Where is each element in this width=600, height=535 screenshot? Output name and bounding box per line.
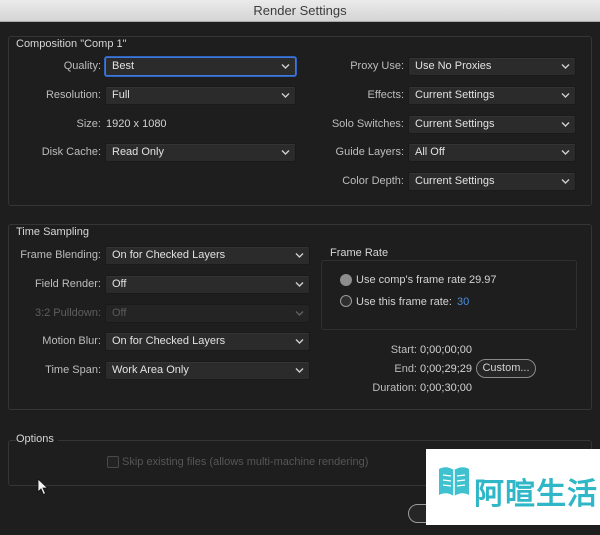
proxy-use-dropdown[interactable]: Use No Proxies [408, 57, 576, 76]
resolution-value: Full [112, 89, 130, 101]
use-comp-frame-rate-radio[interactable] [340, 274, 352, 286]
chevron-down-icon [561, 122, 570, 127]
use-this-frame-rate-radio[interactable] [340, 295, 352, 307]
effects-dropdown[interactable]: Current Settings [408, 86, 576, 105]
composition-legend: Composition "Comp 1" [16, 38, 127, 50]
color-depth-dropdown[interactable]: Current Settings [408, 172, 576, 191]
solo-switches-value: Current Settings [415, 118, 495, 130]
pulldown-value: Off [112, 307, 127, 319]
solo-switches-label: Solo Switches: [331, 118, 404, 130]
book-logo-icon [439, 467, 469, 496]
duration-label: Duration: [372, 382, 417, 394]
frame-rate-legend: Frame Rate [330, 247, 389, 259]
resolution-label: Resolution: [45, 89, 101, 101]
solo-switches-dropdown[interactable]: Current Settings [408, 115, 576, 134]
color-depth-value: Current Settings [415, 175, 495, 187]
resolution-dropdown[interactable]: Full [105, 86, 296, 105]
end-value: 0;00;29;29 [420, 363, 472, 375]
watermark: 阿暄生活 [426, 449, 600, 525]
start-value: 0;00;00;00 [420, 344, 472, 356]
color-depth-label: Color Depth: [342, 175, 404, 187]
quality-label: Quality: [63, 60, 101, 72]
chevron-down-icon [281, 150, 290, 155]
end-label: End: [394, 363, 417, 375]
guide-layers-dropdown[interactable]: All Off [408, 143, 576, 162]
chevron-down-icon [561, 93, 570, 98]
time-span-value: Work Area Only [112, 364, 189, 376]
chevron-down-icon [295, 311, 304, 316]
time-span-dropdown[interactable]: Work Area Only [105, 361, 310, 380]
chevron-down-icon [561, 179, 570, 184]
time-span-label: Time Span: [45, 364, 101, 376]
chevron-down-icon [281, 64, 290, 69]
proxy-use-value: Use No Proxies [415, 60, 492, 72]
field-render-label: Field Render: [34, 278, 101, 290]
duration-value: 0;00;30;00 [420, 382, 472, 394]
options-legend: Options [16, 433, 58, 445]
frame-blending-value: On for Checked Layers [112, 249, 226, 261]
chevron-down-icon [561, 150, 570, 155]
chevron-down-icon [295, 282, 304, 287]
size-label: Size: [76, 118, 101, 130]
frame-blending-label: Frame Blending: [20, 249, 101, 261]
frame-blending-dropdown[interactable]: On for Checked Layers [105, 246, 310, 265]
effects-label: Effects: [367, 89, 404, 101]
chevron-down-icon [295, 339, 304, 344]
disk-cache-label: Disk Cache: [41, 146, 101, 158]
quality-value: Best [112, 60, 135, 72]
frame-rate-box [321, 260, 577, 330]
proxy-use-label: Proxy Use: [350, 60, 404, 72]
pulldown-dropdown[interactable]: Off [105, 304, 310, 323]
guide-layers-value: All Off [415, 146, 445, 158]
size-value: 1920 x 1080 [106, 118, 167, 130]
use-comp-frame-rate-label: Use comp's frame rate [356, 274, 467, 286]
quality-dropdown[interactable]: Best [105, 57, 296, 76]
time-sampling-legend: Time Sampling [16, 226, 89, 238]
chevron-down-icon [561, 64, 570, 69]
motion-blur-value: On for Checked Layers [112, 335, 226, 347]
chevron-down-icon [295, 253, 304, 258]
disk-cache-dropdown[interactable]: Read Only [105, 143, 296, 162]
comp-frame-rate-value: 29.97 [469, 274, 497, 286]
frame-rate-input[interactable]: 30 [457, 296, 469, 308]
field-render-dropdown[interactable]: Off [105, 275, 310, 294]
field-render-value: Off [112, 278, 127, 290]
watermark-text: 阿暄生活 [474, 477, 598, 512]
effects-value: Current Settings [415, 89, 495, 101]
start-label: Start: [390, 344, 417, 356]
mouse-cursor-icon [37, 478, 49, 496]
guide-layers-label: Guide Layers: [335, 146, 404, 158]
skip-existing-label: Skip existing files (allows multi-machin… [122, 456, 369, 468]
chevron-down-icon [281, 93, 290, 98]
custom-button[interactable]: Custom... [476, 359, 536, 378]
disk-cache-value: Read Only [112, 146, 164, 158]
window-title: Render Settings [0, 0, 600, 22]
use-this-frame-rate-label: Use this frame rate: [356, 296, 452, 308]
chevron-down-icon [295, 368, 304, 373]
motion-blur-label: Motion Blur: [42, 335, 101, 347]
pulldown-label: 3:2 Pulldown: [34, 307, 101, 319]
motion-blur-dropdown[interactable]: On for Checked Layers [105, 332, 310, 351]
skip-existing-checkbox[interactable] [107, 456, 119, 468]
